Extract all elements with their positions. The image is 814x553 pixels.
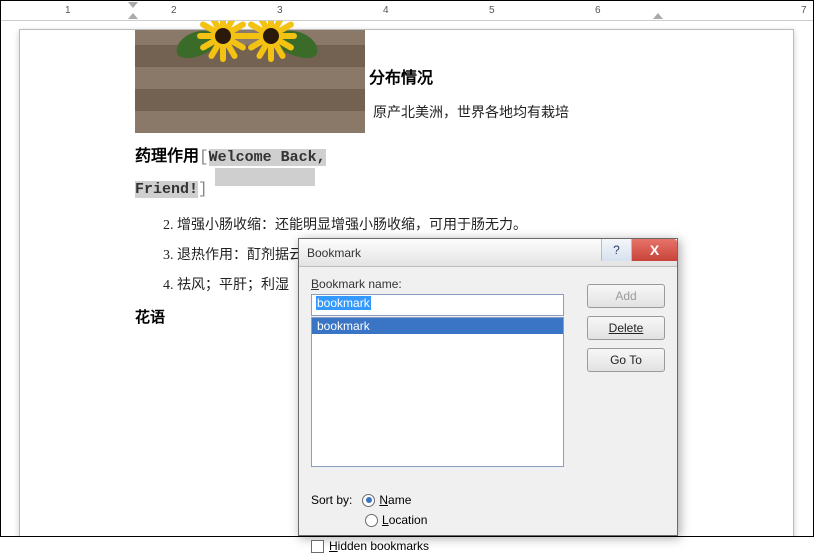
ruler-num-4: 4: [383, 5, 389, 16]
bookmark-list[interactable]: bookmark: [311, 317, 564, 467]
dialog-titlebar[interactable]: Bookmark ? X: [299, 239, 677, 267]
sort-by-label: Sort by:: [311, 493, 352, 507]
hidden-bookmarks-checkbox[interactable]: [311, 540, 324, 553]
bookmark-list-item[interactable]: bookmark: [312, 318, 563, 334]
dialog-title-text: Bookmark: [307, 246, 361, 260]
horizontal-ruler[interactable]: 1 2 3 4 5 6 7: [1, 1, 813, 21]
list-item-4: 4. 祛风；平肝；利湿: [163, 274, 289, 294]
close-icon: X: [650, 242, 659, 258]
hidden-bookmarks-row[interactable]: Hidden bookmarks: [311, 539, 429, 553]
radio-location-label: Location: [382, 513, 427, 527]
hidden-bookmarks-label: Hidden bookmarks: [329, 539, 429, 553]
right-indent-marker[interactable]: [653, 13, 663, 19]
help-icon: ?: [613, 243, 620, 257]
list-item-2: 2. 增强小肠收缩：还能明显增强小肠收缩，可用于肠无力。: [163, 214, 527, 234]
left-indent-marker[interactable]: [128, 13, 138, 19]
goto-button-label: Go To: [610, 353, 642, 367]
radio-location[interactable]: [365, 514, 378, 527]
heading-pharma: 药理作用: [135, 148, 199, 165]
bookmark-name-label-text: ookmark name:: [319, 277, 402, 291]
bookmark-name-value: bookmark: [316, 296, 371, 310]
delete-button-label: Delete: [609, 321, 644, 335]
dialog-help-button[interactable]: ?: [601, 239, 631, 261]
heading-distribution: 分布情况: [369, 64, 433, 88]
bookmark-start-bracket: [: [199, 148, 209, 166]
delete-button[interactable]: Delete: [587, 316, 665, 340]
bookmark-name-accel: B: [311, 277, 319, 291]
bookmark-end-bracket: ]: [198, 180, 208, 198]
ruler-num-6: 6: [595, 5, 601, 16]
ruler-num-7: 7: [801, 5, 807, 16]
goto-button[interactable]: Go To: [587, 348, 665, 372]
bookmark-highlight-continuation: [215, 168, 315, 186]
radio-name-row[interactable]: Name: [362, 493, 411, 507]
first-line-indent-marker[interactable]: [128, 2, 138, 8]
heading-flower-language: 花语: [135, 306, 165, 327]
bookmark-text-line1: Welcome Back,: [209, 149, 326, 166]
bookmark-dialog[interactable]: Bookmark ? X Bookmark name: bookmark boo…: [298, 238, 678, 536]
text-distribution: 原产北美洲，世界各地均有栽培: [373, 102, 569, 122]
ruler-num-1: 1: [65, 5, 71, 16]
sort-by-row: Sort by: Name: [311, 493, 411, 507]
bookmark-name-input[interactable]: bookmark: [311, 294, 564, 316]
radio-location-row[interactable]: Location: [365, 513, 427, 527]
add-button[interactable]: Add: [587, 284, 665, 308]
bookmark-text-line2: Friend!: [135, 181, 198, 198]
radio-name-label: Name: [379, 493, 411, 507]
ruler-num-3: 3: [277, 5, 283, 16]
ruler-num-5: 5: [489, 5, 495, 16]
inline-image[interactable]: [135, 30, 365, 133]
dialog-close-button[interactable]: X: [631, 239, 677, 261]
dialog-body: Bookmark name: bookmark bookmark Add Del…: [299, 267, 677, 473]
radio-name[interactable]: [362, 494, 375, 507]
add-button-label: Add: [615, 289, 636, 303]
ruler-num-2: 2: [171, 5, 177, 16]
bookmark-line2: Friend!]: [135, 180, 208, 198]
